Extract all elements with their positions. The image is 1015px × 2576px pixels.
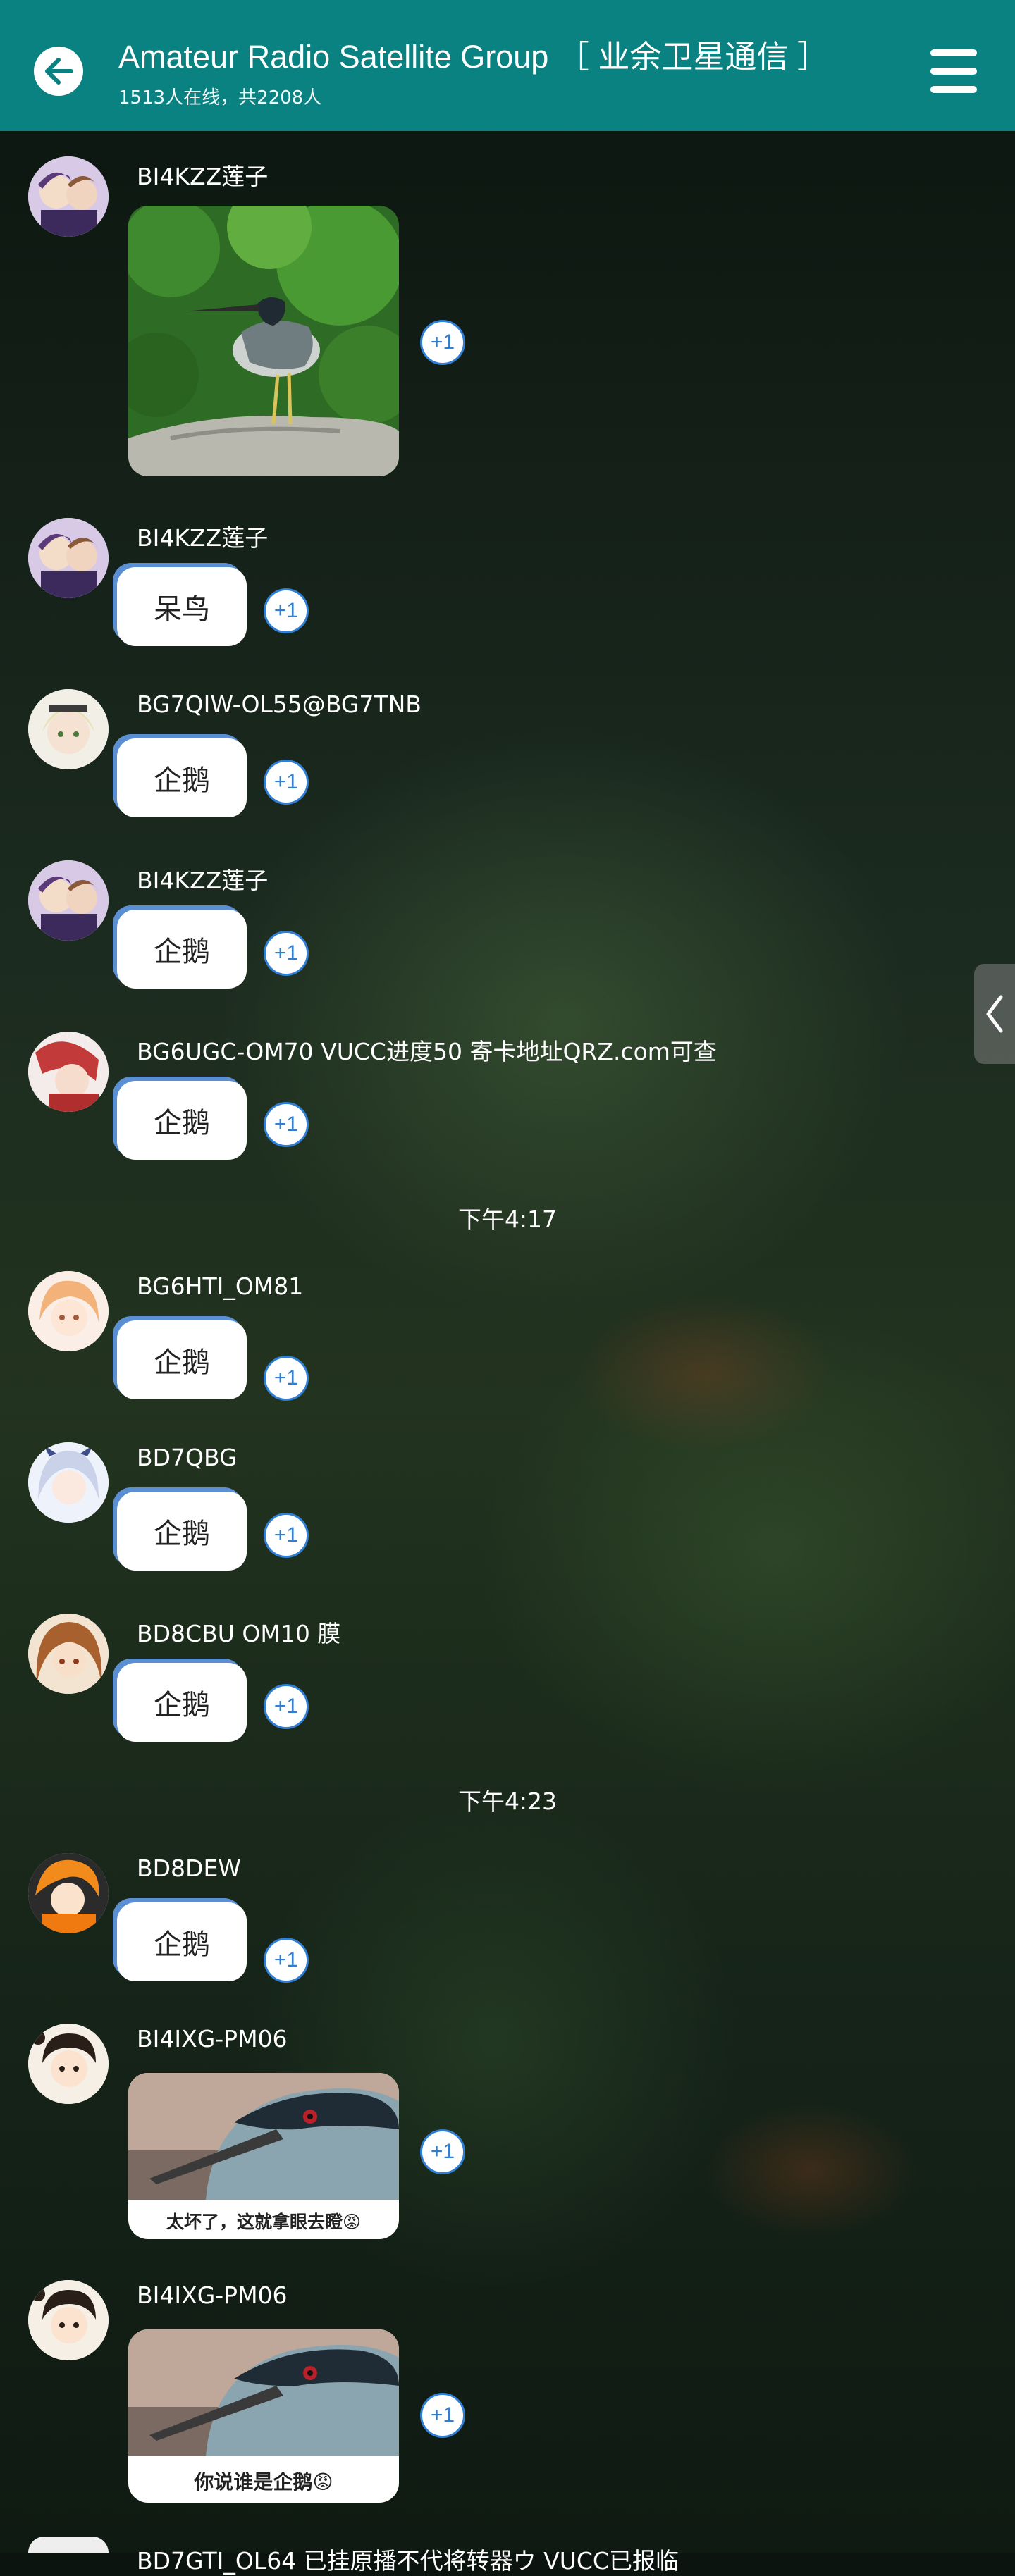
avatar[interactable]	[28, 2024, 109, 2104]
sender-name: BI4KZZ莲子	[137, 867, 269, 894]
sender-name: BI4IXG-PM06	[137, 2281, 288, 2309]
avatar[interactable]	[28, 518, 109, 598]
timestamp: 下午4:17	[457, 1206, 558, 1233]
sticker-image[interactable]: 太坏了，这就拿眼去瞪😡	[128, 2073, 399, 2239]
menu-button[interactable]	[930, 49, 977, 93]
heron-photo[interactable]	[128, 206, 399, 476]
sender-name: BD7GTI_OL64 已挂原播不代将转器ウ VUCC已报临	[137, 2547, 679, 2575]
message-bubble[interactable]: 企鹅	[117, 1902, 247, 1981]
plus-one-button[interactable]: +1	[264, 1102, 309, 1147]
sender-name: BI4KZZ莲子	[137, 524, 269, 552]
sticker-image[interactable]: 你说谁是企鹅😡	[128, 2329, 399, 2503]
plus-one-button[interactable]: +1	[264, 1513, 309, 1558]
sender-name: BD8CBU OM10 膜	[137, 1620, 341, 1647]
sender-name: BI4IXG-PM06	[137, 2025, 288, 2052]
sender-name: BG6UGC-OM70 VUCC进度50 寄卡地址QRZ.com可查	[137, 1038, 717, 1065]
sticker-caption: 你说谁是企鹅😡	[194, 2470, 333, 2494]
sender-name: BG6HTI_OM81	[137, 1272, 304, 1300]
menu-icon-bar	[930, 68, 977, 75]
sender-name: BD7QBG	[137, 1444, 238, 1471]
plus-one-button[interactable]: +1	[264, 760, 309, 805]
avatar[interactable]	[28, 1614, 109, 1694]
message-bubble[interactable]: 企鹅	[117, 910, 247, 989]
menu-icon	[930, 49, 977, 56]
plus-one-button[interactable]: +1	[264, 1938, 309, 1983]
message-bubble[interactable]: 企鹅	[117, 1492, 247, 1571]
group-title: Amateur Radio Satellite Group ［ 业余卫星通信 ］	[118, 39, 829, 75]
plus-one-button[interactable]: +1	[264, 1356, 309, 1401]
sender-name: BI4KZZ莲子	[137, 163, 269, 190]
plus-one-button[interactable]: +1	[420, 320, 465, 365]
plus-one-button[interactable]: +1	[420, 2129, 465, 2174]
heron-closeup-image	[128, 2073, 399, 2200]
message-bubble[interactable]: 企鹅	[117, 1320, 247, 1399]
menu-icon-bar	[930, 86, 977, 93]
message-bubble[interactable]: 企鹅	[117, 738, 247, 817]
avatar[interactable]	[28, 156, 109, 237]
avatar[interactable]	[28, 1271, 109, 1351]
avatar[interactable]	[28, 689, 109, 769]
plus-one-button[interactable]: +1	[264, 1684, 309, 1729]
timestamp: 下午4:23	[457, 1788, 558, 1815]
heron-closeup-image	[128, 2329, 399, 2456]
message-bubble[interactable]: 呆鸟	[117, 567, 247, 646]
back-button[interactable]	[34, 47, 83, 96]
message-bubble[interactable]: 企鹅	[117, 1663, 247, 1742]
avatar[interactable]	[28, 1853, 109, 1933]
sender-name: BG7QIW-OL55@BG7TNB	[137, 691, 422, 718]
side-panel-tab[interactable]	[974, 964, 1015, 1064]
avatar[interactable]	[28, 1442, 109, 1523]
chevron-left-icon	[986, 995, 1003, 1033]
avatar[interactable]	[28, 2537, 109, 2553]
plus-one-button[interactable]: +1	[420, 2393, 465, 2438]
avatar[interactable]	[28, 860, 109, 941]
sender-name: BD8DEW	[137, 1854, 241, 1882]
chat-header: Amateur Radio Satellite Group ［ 业余卫星通信 ］…	[0, 0, 1015, 131]
avatar[interactable]	[28, 1032, 109, 1112]
arrow-left-icon	[45, 58, 73, 85]
plus-one-button[interactable]: +1	[264, 931, 309, 976]
message-bubble[interactable]: 企鹅	[117, 1081, 247, 1160]
avatar[interactable]	[28, 2280, 109, 2360]
sticker-caption: 太坏了，这就拿眼去瞪😡	[166, 2212, 362, 2232]
plus-one-button[interactable]: +1	[264, 588, 309, 633]
online-count: 1513人在线，共2208人	[118, 87, 322, 109]
